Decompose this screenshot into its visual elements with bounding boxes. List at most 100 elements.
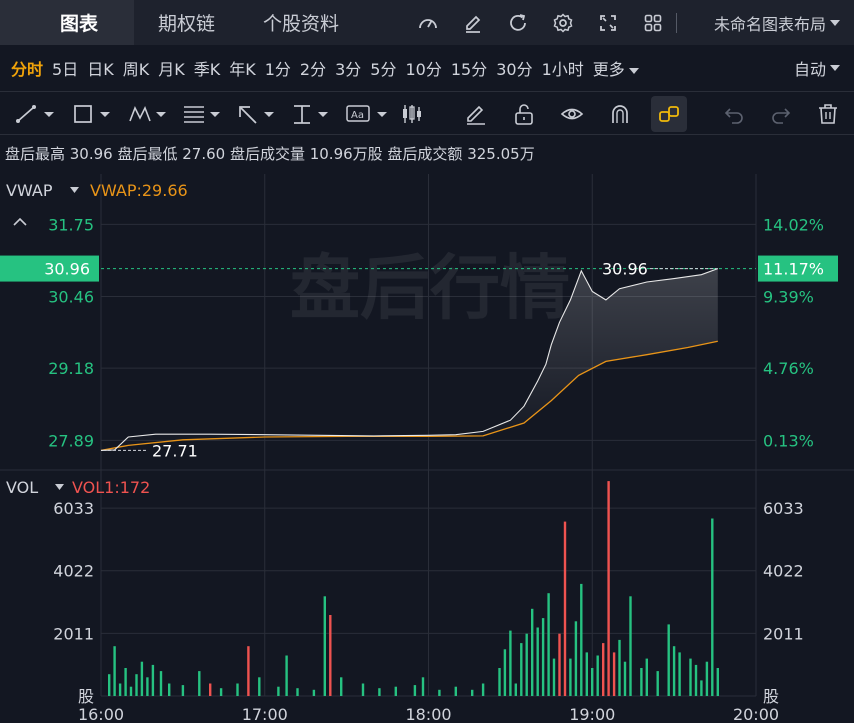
trash-icon <box>819 104 837 124</box>
period-5d[interactable]: 5日 <box>52 56 78 80</box>
period-5m[interactable]: 5分 <box>370 56 396 80</box>
magnet-tool[interactable] <box>608 96 632 132</box>
lock-tool[interactable] <box>512 96 536 132</box>
price-tick-label: 27.89 <box>48 431 94 450</box>
period-intraday[interactable]: 分时 <box>11 56 43 80</box>
undo-icon <box>724 108 743 124</box>
watermark-text: 盘后行情 <box>290 247 570 329</box>
vol-unit-label-right: 股 <box>763 687 779 706</box>
current-pct-badge-text: 11.17% <box>763 260 824 279</box>
period-1m[interactable]: 1分 <box>265 56 291 80</box>
arrow-tool[interactable] <box>236 96 278 132</box>
vol-value: VOL1:172 <box>72 478 150 497</box>
period-month[interactable]: 月K <box>158 56 185 80</box>
intraday-chart[interactable]: 盘后行情 VWAP VWAP:29.66 30.96 27.71 27.89 0.1… <box>0 174 854 723</box>
volume-bar <box>503 649 507 696</box>
percent-tick-label: 4.76% <box>763 359 814 378</box>
volume-bar <box>140 661 144 696</box>
period-1h[interactable]: 1小时 <box>542 56 584 80</box>
time-tick-label: 17:00 <box>242 705 288 723</box>
tab-chart[interactable]: 图表 <box>0 0 135 45</box>
period-year[interactable]: 年K <box>229 56 256 80</box>
volume-bar <box>640 668 643 696</box>
volume-bar <box>146 677 149 696</box>
period-bar: 分时 5日 日K 周K 月K 季K 年K 1分 2分 3分 5分 10分 15分… <box>0 45 854 91</box>
layout-name-dropdown[interactable]: 未命名图表布局 <box>714 0 840 45</box>
period-30m[interactable]: 30分 <box>496 56 532 80</box>
tab-stock-profile[interactable]: 个股资料 <box>239 0 363 45</box>
vol-tick-label: 2011 <box>53 624 94 643</box>
delete-button[interactable] <box>816 96 840 132</box>
volume-bar <box>711 518 714 696</box>
after-hours-summary: 盘后最高 30.96 盘后最低 27.60 盘后成交量 10.96万股 盘后成交… <box>5 145 535 163</box>
volume-bar <box>612 652 616 696</box>
fib-tool[interactable] <box>182 96 224 132</box>
undo-button[interactable] <box>722 96 746 132</box>
pencil-icon <box>467 105 485 125</box>
fullscreen-icon[interactable] <box>585 0 630 45</box>
indicator-dropdown-icon[interactable] <box>70 187 79 193</box>
rect-tool[interactable] <box>72 96 114 132</box>
redo-button[interactable] <box>769 96 793 132</box>
link-tool[interactable] <box>651 96 687 132</box>
percent-tick-label: 9.39% <box>763 288 814 307</box>
volume-bar <box>413 685 417 696</box>
redo-icon <box>772 108 791 124</box>
grid-icon[interactable] <box>630 0 675 45</box>
drawing-toolbar: Aa <box>0 91 854 135</box>
price-indicator-name[interactable]: VWAP <box>6 181 53 200</box>
candle-tool[interactable] <box>400 96 424 132</box>
settings-icon[interactable] <box>540 0 585 45</box>
period-more[interactable]: 更多 <box>593 56 639 80</box>
price-tick-label: 31.75 <box>48 215 94 234</box>
volume-bar <box>312 689 316 696</box>
vol-tick-label-right: 2011 <box>763 624 804 643</box>
volume-bar <box>580 583 583 696</box>
volume-bar <box>247 646 250 696</box>
volume-bar <box>124 668 127 696</box>
volume-bar <box>618 639 621 696</box>
volume-bar <box>323 596 326 696</box>
svg-text:Aa: Aa <box>351 110 364 121</box>
volume-bar <box>471 689 474 696</box>
period-3m[interactable]: 3分 <box>335 56 361 80</box>
volume-bar <box>481 683 485 696</box>
volume-bar <box>552 658 556 696</box>
text-tool-icon: Aa <box>346 105 387 122</box>
scale-mode-dropdown[interactable]: 自动 <box>794 45 840 91</box>
volume-bar <box>645 658 648 696</box>
period-day[interactable]: 日K <box>87 56 114 80</box>
collapse-chevron-icon[interactable] <box>13 217 27 226</box>
line-tool[interactable] <box>14 96 56 132</box>
arrow-tool-icon <box>239 106 274 124</box>
period-2m[interactable]: 2分 <box>300 56 326 80</box>
time-tick-label: 19:00 <box>569 705 615 723</box>
refresh-icon[interactable] <box>495 0 540 45</box>
period-10m[interactable]: 10分 <box>405 56 441 80</box>
pattern-tool-icon <box>129 106 166 122</box>
visibility-tool[interactable] <box>560 96 584 132</box>
vol-tick-label-right: 4022 <box>763 562 804 581</box>
tab-option-chain[interactable]: 期权链 <box>134 0 239 45</box>
volume-bars <box>108 481 719 696</box>
pencil-tool[interactable] <box>464 96 488 132</box>
volume-bar <box>689 658 692 696</box>
time-tick-label: 20:00 <box>733 705 779 723</box>
period-week[interactable]: 周K <box>123 56 150 80</box>
vol-indicator-name[interactable]: VOL <box>6 478 38 497</box>
volume-bar <box>672 646 676 696</box>
volume-bar <box>678 652 681 696</box>
period-15m[interactable]: 15分 <box>451 56 487 80</box>
vol-unit-label: 股 <box>78 687 94 706</box>
volume-bar <box>574 621 578 696</box>
volume-bar <box>602 643 605 696</box>
text-tool[interactable]: Aa <box>345 96 391 132</box>
chevron-down-icon <box>830 19 840 26</box>
measure-tool[interactable] <box>290 96 332 132</box>
pattern-tool[interactable] <box>128 96 170 132</box>
gauge-icon[interactable] <box>405 0 450 45</box>
current-price-badge-text: 30.96 <box>44 260 90 279</box>
vol-dropdown-icon[interactable] <box>55 484 64 490</box>
period-quarter[interactable]: 季K <box>194 56 221 80</box>
edit-icon[interactable] <box>450 0 495 45</box>
